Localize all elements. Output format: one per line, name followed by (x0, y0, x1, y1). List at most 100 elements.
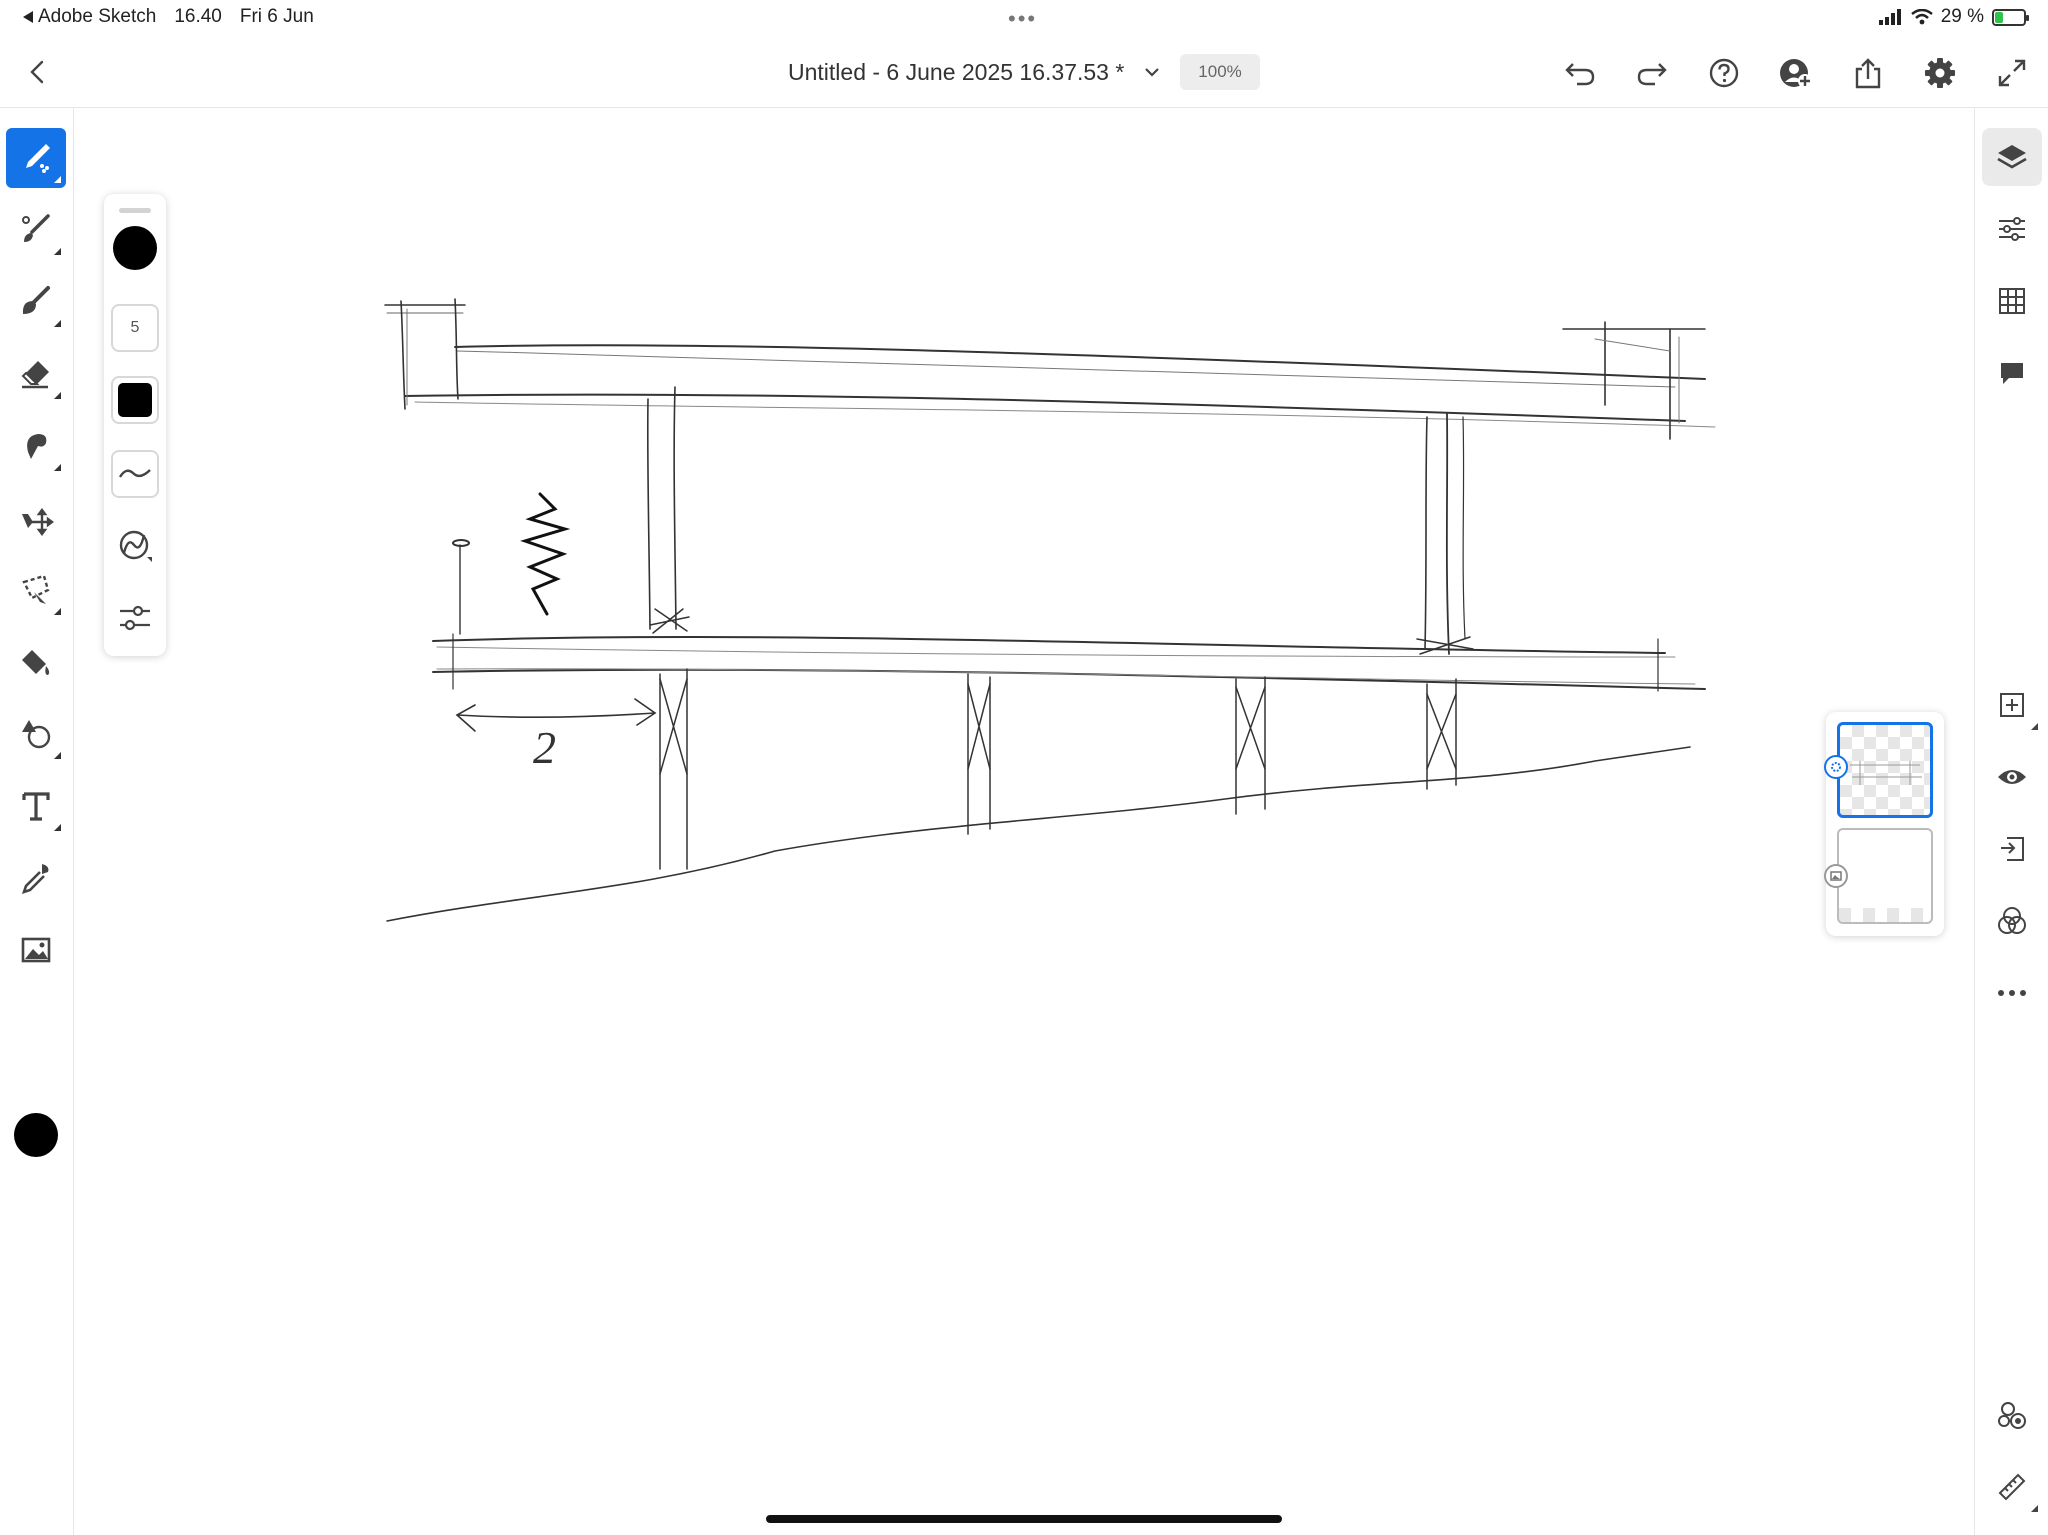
lower-posts-stroke (659, 668, 1457, 870)
status-date: Fri 6 Jun (239, 6, 314, 27)
tool-eraser[interactable] (6, 344, 66, 404)
status-left: Adobe Sketch 16.40 Fri 6 Jun (22, 6, 314, 28)
tool-ink-brush[interactable] (6, 200, 66, 260)
layer-image-icon (1830, 871, 1842, 881)
status-bar: Adobe Sketch 16.40 Fri 6 Jun ••• 29 % (0, 0, 2048, 36)
more-options-icon (1998, 990, 2026, 996)
adjustments-button[interactable] (1982, 200, 2042, 258)
tool-options-corner (54, 824, 61, 831)
grid-button[interactable] (1982, 272, 2042, 330)
layer-edit-badge[interactable] (1824, 755, 1848, 779)
share-button[interactable] (1832, 50, 1904, 96)
tool-pencil-brush[interactable] (6, 128, 66, 188)
text-icon (22, 792, 50, 821)
more-options-button[interactable] (1982, 964, 2042, 1022)
layer-thumbnail-1[interactable] (1837, 722, 1933, 818)
fill-bucket-icon (22, 650, 50, 675)
layers-icon (1997, 145, 2027, 169)
battery-fill (1995, 11, 2004, 23)
left-toolbar (0, 108, 74, 1535)
back-app-label: Adobe Sketch (38, 6, 157, 27)
chevron-down-icon[interactable] (1142, 62, 1162, 82)
battery-percent: 29 % (1940, 6, 1984, 27)
undo-icon (1565, 63, 1595, 86)
tool-options-corner (54, 752, 61, 759)
status-time: 16.40 (174, 6, 222, 27)
layers-button[interactable] (1982, 128, 2042, 186)
tool-options-corner (54, 464, 61, 471)
comments-icon (2001, 363, 2023, 384)
cellular-signal-icon (1878, 9, 1901, 25)
tool-image[interactable] (6, 920, 66, 980)
back-button[interactable] (22, 54, 54, 90)
right-toolbar (1974, 108, 2048, 1535)
sketch-drawing: 2 (384, 298, 1716, 922)
share-icon (1855, 58, 1881, 89)
merge-down-button[interactable] (1982, 820, 2042, 878)
ground-line-stroke (386, 746, 1691, 922)
document-title[interactable]: Untitled - 6 June 2025 16.37.53 * (788, 59, 1124, 86)
pencil-brush-icon (26, 144, 50, 173)
move-transform-icon (22, 508, 54, 536)
add-layer-button[interactable] (1982, 676, 2042, 734)
background-layer-badge[interactable] (1824, 864, 1848, 888)
blend-mode-button[interactable] (1982, 892, 2042, 950)
eyedropper-icon (21, 864, 49, 895)
help-icon (1709, 58, 1739, 88)
undo-button[interactable] (1544, 50, 1616, 96)
fullscreen-button[interactable] (1976, 50, 2048, 96)
document-title-group: Untitled - 6 June 2025 16.37.53 * 100% (788, 54, 1260, 90)
top-actions (1544, 50, 2048, 96)
shapes-stencil-button[interactable] (1982, 1386, 2042, 1444)
tool-text[interactable] (6, 776, 66, 836)
layer-preview (1850, 761, 1922, 785)
tool-options-corner (54, 392, 61, 399)
layer-thumbnail-background[interactable] (1837, 828, 1933, 924)
merge-down-icon (2001, 837, 2024, 861)
help-button[interactable] (1688, 50, 1760, 96)
app-top-bar: Untitled - 6 June 2025 16.37.53 * 100% (0, 38, 2048, 108)
tool-move-transform[interactable] (6, 488, 66, 548)
drawing-canvas[interactable]: 2 (75, 109, 1973, 1535)
tool-options-corner (54, 320, 61, 327)
tool-fill-bucket[interactable] (6, 632, 66, 692)
lasso-select-icon (22, 574, 50, 604)
home-indicator[interactable] (766, 1515, 1282, 1523)
tool-options-corner (54, 248, 61, 255)
ruler-icon (1998, 1473, 2026, 1501)
layer-settings-icon (1831, 762, 1841, 772)
ruler-button[interactable] (1982, 1458, 2042, 1516)
visibility-button[interactable] (1982, 748, 2042, 806)
zoom-level[interactable]: 100% (1180, 54, 1260, 90)
tool-options-corner (2031, 723, 2038, 730)
fullscreen-icon (1998, 59, 2026, 87)
upper-posts-stroke (646, 386, 1474, 655)
figure-stroke (452, 492, 571, 635)
deck-stroke (432, 633, 1706, 692)
shape-icon (22, 720, 51, 749)
adjustments-icon (1999, 217, 2025, 241)
battery-icon (1992, 8, 2029, 26)
back-to-app-link[interactable]: Adobe Sketch (22, 6, 156, 28)
settings-button[interactable] (1904, 50, 1976, 96)
add-layer-icon (2000, 693, 2024, 717)
visibility-eye-icon (1998, 770, 2026, 784)
multitasking-dots[interactable]: ••• (1008, 6, 1037, 32)
current-color-swatch[interactable] (14, 1113, 58, 1157)
redo-button[interactable] (1616, 50, 1688, 96)
comments-button[interactable] (1982, 344, 2042, 402)
ink-brush-icon (22, 214, 50, 242)
tool-paint-brush[interactable] (6, 272, 66, 332)
tool-options-corner (54, 608, 61, 615)
tool-shape[interactable] (6, 704, 66, 764)
layer-transparency-pattern (1839, 908, 1931, 922)
tool-eyedropper[interactable] (6, 848, 66, 908)
dimension-arrow-stroke (455, 698, 657, 732)
invite-user-icon (1780, 59, 1812, 88)
grid-icon (1999, 288, 2025, 314)
tool-smudge[interactable] (6, 416, 66, 476)
upper-beam-stroke (384, 298, 1716, 440)
tool-lasso-select[interactable] (6, 560, 66, 620)
tool-options-corner (54, 176, 61, 183)
invite-button[interactable] (1760, 50, 1832, 96)
